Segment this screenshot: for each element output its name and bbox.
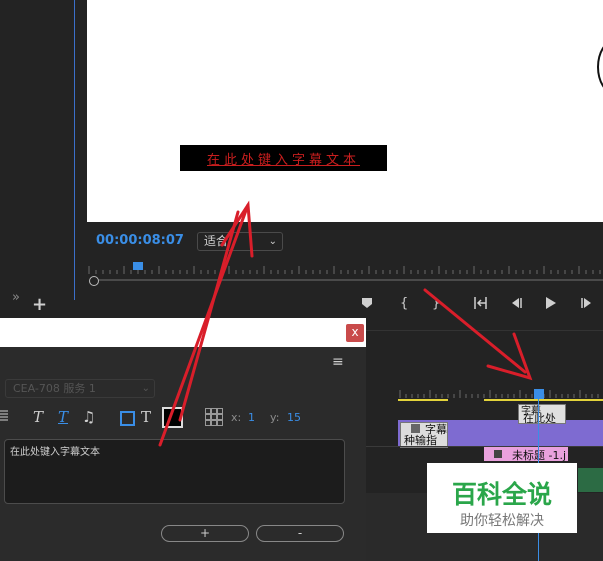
- audio-clip[interactable]: [578, 468, 603, 492]
- timeline-playhead[interactable]: [534, 389, 544, 399]
- caption-text-input[interactable]: 在此处键入字幕文本: [4, 439, 345, 504]
- caption-service-value: CEA-708 服务 1: [13, 382, 96, 395]
- dialog-titlebar[interactable]: [0, 318, 366, 347]
- panel-menu-icon[interactable]: ≡: [332, 354, 344, 370]
- remove-caption-button[interactable]: -: [256, 525, 344, 542]
- watermark-title: 百科全说: [451, 480, 552, 509]
- step-forward-icon[interactable]: [580, 296, 594, 310]
- chevron-down-icon: ⌄: [141, 383, 150, 394]
- work-area-bar[interactable]: [398, 399, 603, 401]
- watermark-subtitle: 助你轻松解决: [460, 513, 544, 529]
- close-button[interactable]: x: [346, 324, 364, 342]
- fx-badge-icon: [494, 450, 502, 458]
- underline-icon[interactable]: T: [58, 408, 68, 426]
- zoom-fit-select[interactable]: 适合 ⌄: [197, 232, 283, 251]
- monitor-playhead[interactable]: [133, 262, 143, 270]
- caption-clip-text: 在此处: [523, 412, 556, 425]
- music-note-icon[interactable]: ♫: [82, 408, 95, 426]
- y-position-value[interactable]: 15: [287, 411, 301, 424]
- panel-divider: [74, 0, 75, 300]
- timeline-header-divider: [366, 330, 603, 331]
- monitor-zoom-scrollbar[interactable]: [90, 276, 603, 284]
- double-chevron-icon[interactable]: »: [12, 290, 20, 305]
- edge-color-swatch[interactable]: [162, 407, 183, 428]
- step-back-icon[interactable]: [509, 296, 523, 310]
- mark-out-icon[interactable]: }: [432, 296, 440, 311]
- caption-overlay-text: 在此处键入字幕文本: [206, 153, 360, 168]
- timeline-time-ruler[interactable]: [398, 386, 603, 400]
- caption-dialog: x ≡ CEA-708 服务 1 ⌄ T T ♫ T x: 1 y: 15 在此…: [0, 318, 366, 561]
- text-color-icon[interactable]: T: [141, 408, 151, 426]
- playhead-timecode[interactable]: 00:00:08:07: [96, 233, 184, 248]
- marker-icon[interactable]: [360, 296, 374, 310]
- caption-overlay[interactable]: 在此处键入字幕文本: [180, 145, 387, 171]
- align-left-icon[interactable]: [0, 409, 8, 423]
- chevron-down-icon: ⌄: [268, 236, 277, 247]
- y-position-label: y:: [270, 411, 280, 424]
- italic-icon[interactable]: T: [33, 408, 43, 426]
- background-color-icon[interactable]: [120, 411, 135, 426]
- watermark-logo: 百科全说 助你轻松解决: [427, 463, 577, 533]
- play-icon[interactable]: [543, 296, 557, 310]
- graphic-clip-label: 未标题 -1.j: [512, 449, 567, 462]
- grid-cell: [217, 420, 223, 426]
- program-monitor: [87, 0, 603, 222]
- position-grid-icon[interactable]: [205, 408, 223, 426]
- add-button[interactable]: +: [32, 294, 47, 315]
- add-caption-button[interactable]: +: [161, 525, 249, 542]
- x-position-value[interactable]: 1: [248, 411, 255, 424]
- mark-in-icon[interactable]: {: [400, 296, 408, 311]
- zoom-fit-value: 适合: [204, 234, 229, 248]
- caption-toolbar: T T ♫ T x: 1 y: 15: [0, 406, 366, 430]
- zoom-scroll-handle[interactable]: [89, 276, 99, 286]
- go-to-in-icon[interactable]: [472, 296, 488, 310]
- x-position-label: x:: [231, 411, 242, 424]
- caption-service-select[interactable]: CEA-708 服务 1 ⌄: [5, 379, 155, 398]
- left-panel: [0, 0, 78, 318]
- monitor-time-ruler[interactable]: [87, 262, 603, 276]
